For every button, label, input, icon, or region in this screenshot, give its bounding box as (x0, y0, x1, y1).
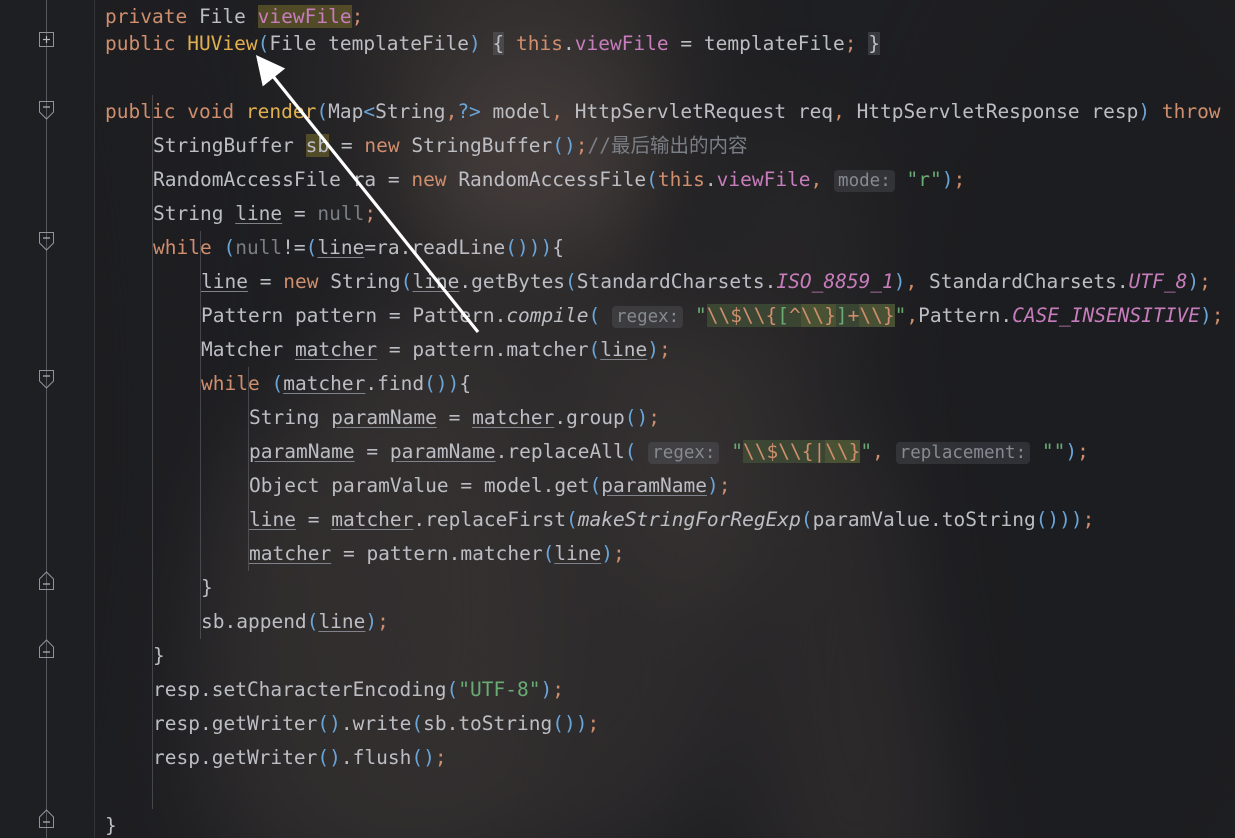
code-line: paramName = paramName.replaceAll( regex:… (249, 440, 1089, 464)
code-line: String paramName = matcher.group(); (249, 406, 660, 429)
code-area[interactable]: private File viewFile; public HUView(Fil… (0, 0, 1235, 838)
code-line: } (105, 814, 117, 837)
code-line: line = new String(line.getBytes(Standard… (201, 270, 1211, 293)
code-line: String line = null; (153, 202, 377, 225)
code-line: resp.setCharacterEncoding("UTF-8"); (153, 678, 564, 701)
inline-param-hint-mode: mode: (834, 170, 895, 192)
code-line: Pattern pattern = Pattern.compile( regex… (201, 304, 1224, 328)
code-line: while (null!=(line=ra.readLine())){ (153, 236, 564, 259)
inline-param-hint-regex: regex: (612, 306, 684, 328)
code-line: sb.append(line); (201, 610, 389, 633)
code-line: while (matcher.find()){ (201, 372, 472, 395)
code-line: public HUView(File templateFile) { this.… (105, 32, 881, 55)
inline-param-hint-regex: regex: (648, 442, 720, 464)
code-line: RandomAccessFile ra = new RandomAccessFi… (153, 168, 966, 192)
code-line: line = matcher.replaceFirst(makeStringFo… (249, 508, 1095, 531)
code-line: public void render(Map<String,?> model, … (105, 100, 1221, 123)
idea-editor-window: private File viewFile; public HUView(Fil… (0, 0, 1235, 838)
code-line: StringBuffer sb = new StringBuffer();//最… (153, 134, 748, 157)
inline-param-hint-replacement: replacement: (895, 442, 1031, 464)
code-line: resp.getWriter().flush(); (153, 746, 447, 769)
code-line: resp.getWriter().write(sb.toString()); (153, 712, 600, 735)
code-line: } (153, 644, 165, 667)
code-line: Matcher matcher = pattern.matcher(line); (201, 338, 671, 361)
code-line: Object paramValue = model.get(paramName)… (249, 474, 731, 497)
code-line: } (201, 576, 213, 599)
code-line: matcher = pattern.matcher(line); (249, 542, 625, 565)
